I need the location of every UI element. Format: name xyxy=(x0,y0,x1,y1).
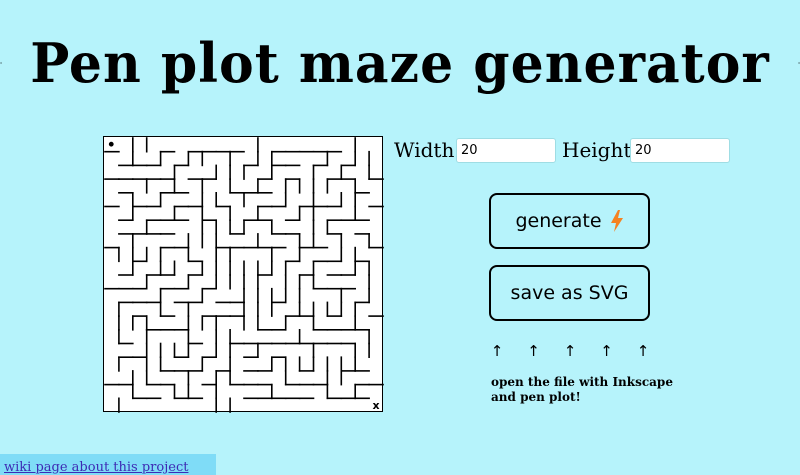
page-title: Pen plot maze generator xyxy=(30,30,770,96)
save-label: save as SVG xyxy=(510,282,629,304)
generate-button[interactable]: generate xyxy=(489,193,650,249)
header: Pen plot maze generator xyxy=(0,18,800,108)
width-label: Width: xyxy=(394,138,462,162)
up-arrow-icon: ↑ xyxy=(600,342,613,360)
footer-bar: wiki page about this project xyxy=(0,454,216,475)
maze-start-marker xyxy=(108,141,114,147)
width-input[interactable] xyxy=(456,138,556,163)
up-arrow-icon: ↑ xyxy=(563,342,577,360)
instruction-note: open the file with Inkscape and pen plot… xyxy=(491,375,673,404)
wiki-link[interactable]: wiki page about this project xyxy=(4,460,188,475)
maze-drawing: x xyxy=(104,137,384,413)
save-svg-button[interactable]: save as SVG xyxy=(489,265,650,321)
arrow-row: ↑ ↑ ↑ ↑ ↑ xyxy=(490,342,650,362)
star-icon-left xyxy=(0,61,3,65)
maze-end-marker: x xyxy=(372,399,379,412)
up-arrow-icon: ↑ xyxy=(490,342,504,360)
lightning-bolt-icon xyxy=(610,210,623,232)
height-input[interactable] xyxy=(630,138,730,163)
up-arrow-icon: ↑ xyxy=(527,342,540,360)
height-label: Height: xyxy=(562,138,639,162)
generate-label: generate xyxy=(515,210,602,232)
up-arrow-icon: ↑ xyxy=(636,342,650,360)
maze-canvas: x xyxy=(103,136,384,413)
